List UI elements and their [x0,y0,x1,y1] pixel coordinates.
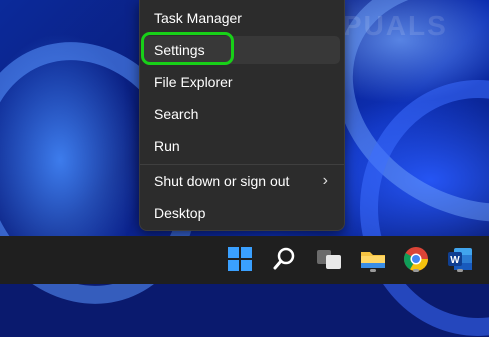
search-icon[interactable] [270,244,300,274]
menu-item-search[interactable]: Search [144,100,340,128]
menu-divider [140,164,344,165]
menu-item-shut-down[interactable]: Shut down or sign out › [144,167,340,195]
running-indicator [457,269,463,272]
running-indicator [370,269,376,272]
file-explorer-icon[interactable] [358,244,388,274]
task-view-icon[interactable] [314,244,344,274]
chrome-icon[interactable] [401,244,431,274]
menu-item-file-explorer[interactable]: File Explorer [144,68,340,96]
menu-item-label: Shut down or sign out [154,173,290,189]
menu-item-run[interactable]: Run [144,132,340,160]
menu-item-label: File Explorer [154,74,233,90]
running-indicator [413,269,419,272]
chevron-right-icon: › [322,172,328,189]
menu-item-desktop[interactable]: Desktop [144,199,340,227]
menu-item-label: Desktop [154,205,206,221]
taskbar: W [0,236,489,284]
start-icon[interactable] [225,244,255,274]
menu-item-label: Run [154,138,180,154]
menu-item-label: Search [154,106,199,122]
menu-item-task-manager[interactable]: Task Manager [144,4,340,32]
settings-highlight-outline [141,32,234,65]
menu-item-settings[interactable]: Settings [141,32,340,65]
word-icon[interactable]: W [445,244,475,274]
svg-text:W: W [450,255,460,266]
menu-item-label: Task Manager [154,10,242,26]
quick-link-menu: Task Manager Settings File Explorer Sear… [139,0,345,231]
